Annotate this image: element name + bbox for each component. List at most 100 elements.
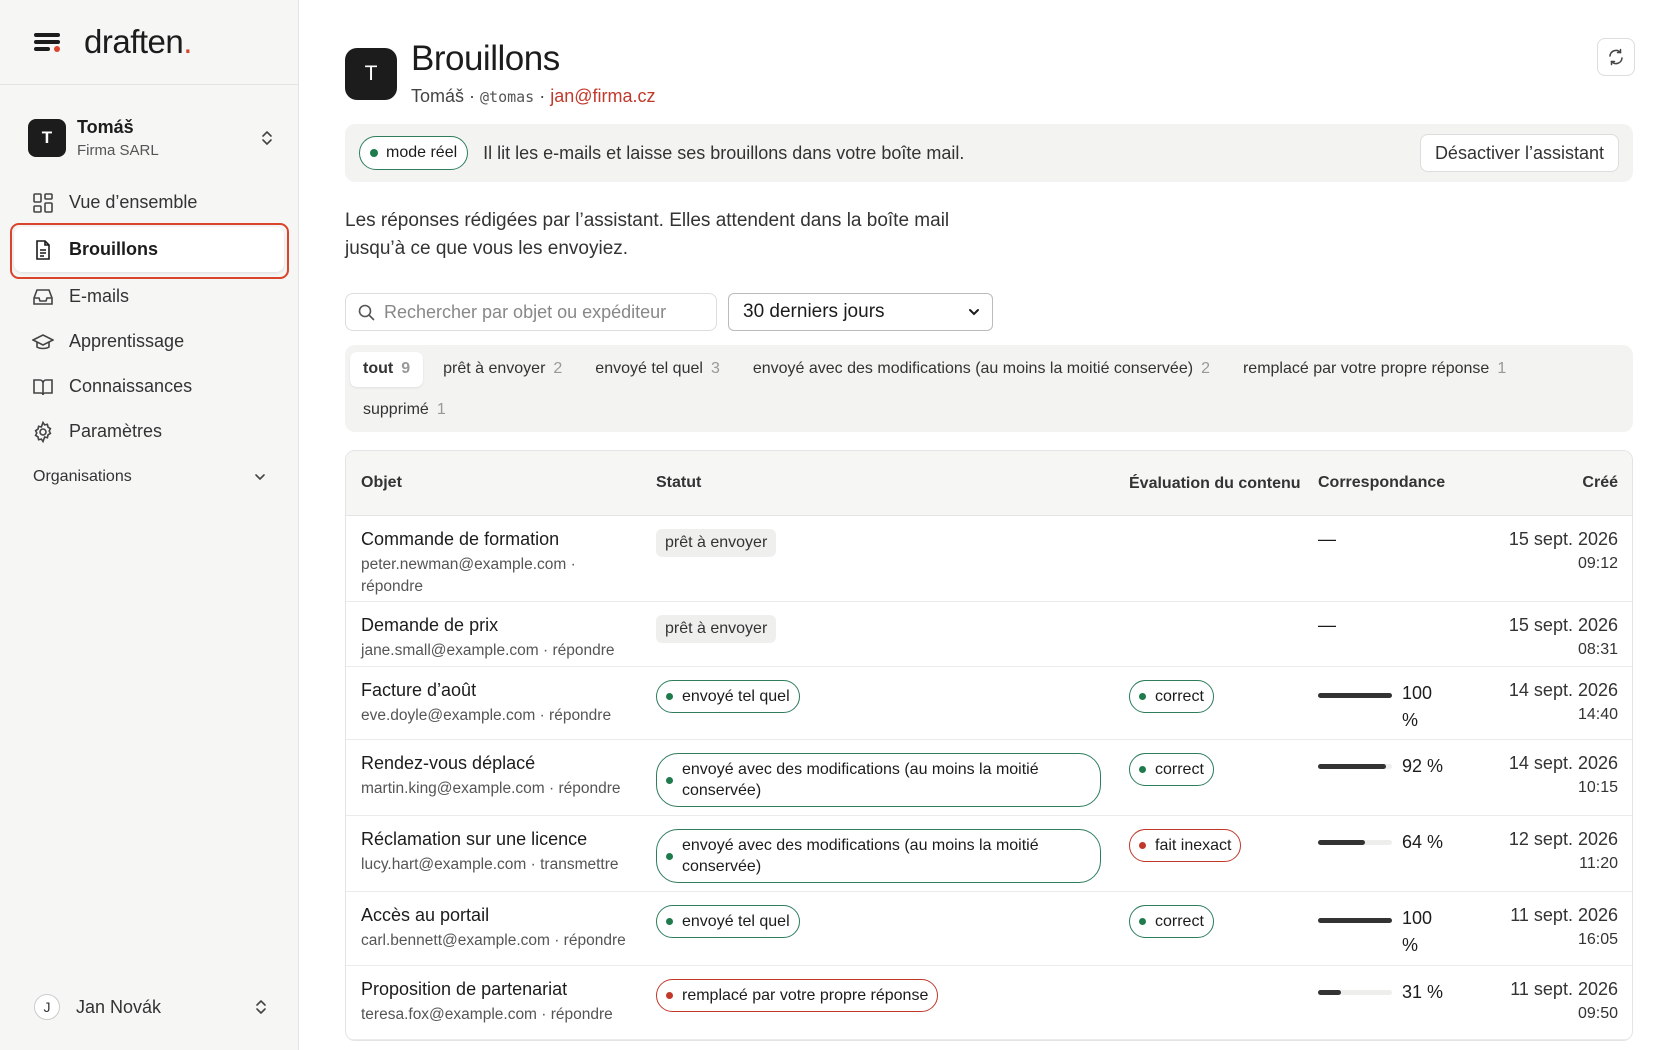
filter-chip-sent-as-is[interactable]: envoyé tel quel 3 [582, 352, 733, 387]
column-header-subject[interactable]: Objet [346, 474, 656, 492]
column-header-status[interactable]: Statut [656, 474, 1129, 492]
table-row[interactable]: Proposition de partenariat teresa.fox@exa… [346, 966, 1632, 1040]
evaluation-badge: correct [1129, 905, 1214, 938]
match-value: 92 % [1402, 756, 1444, 776]
match-value: 100 % [1402, 683, 1433, 730]
filter-chip-sent-modified[interactable]: envoyé avec des modifications (au moins … [740, 352, 1223, 387]
row-date: 14 sept. 2026 [1508, 680, 1618, 700]
account-org: Firma SARL [77, 142, 159, 159]
gear-icon [34, 420, 52, 443]
row-time: 08:31 [1577, 641, 1618, 658]
evaluation-badge: correct [1129, 753, 1214, 786]
match-value: 100 % [1402, 908, 1433, 955]
row-subject[interactable]: Rendez-vous déplacé [361, 753, 656, 774]
sidebar-nav: Vue d’ensemble Brouillons E-mails Appren… [14, 180, 284, 454]
evaluation-badge: correct [1129, 680, 1214, 713]
sidebar-item-overview[interactable]: Vue d’ensemble [14, 180, 284, 225]
chevron-down-icon [969, 309, 979, 316]
sidebar-item-settings[interactable]: Paramètres [14, 409, 284, 454]
row-meta: jane.small@example.com · répondre [361, 642, 615, 659]
row-meta: teresa.fox@example.com · répondre [361, 1006, 613, 1023]
row-subject[interactable]: Commande de formation [361, 529, 656, 550]
sidebar-item-label: Brouillons [69, 239, 158, 259]
organisations-label: Organisations [33, 468, 132, 485]
chevron-down-icon [255, 474, 265, 481]
match-value: — [1318, 529, 1336, 549]
match-value: 64 % [1402, 832, 1444, 852]
match-bar-fill [1318, 918, 1392, 923]
chevron-updown-icon [262, 131, 272, 145]
refresh-button[interactable] [1597, 38, 1635, 76]
inbox-icon [33, 288, 53, 305]
search-icon [358, 304, 375, 320]
sidebar-item-learning[interactable]: Apprentissage [14, 319, 284, 364]
table-row[interactable]: Accès au portail carl.bennett@example.com… [346, 892, 1632, 966]
filter-chip-deleted[interactable]: supprimé 1 [350, 393, 459, 428]
filter-chip-replaced[interactable]: remplacé par votre propre réponse 1 [1230, 352, 1519, 387]
chevron-updown-icon [256, 1000, 266, 1014]
period-select[interactable]: 30 derniers jours [728, 293, 993, 331]
match-value: — [1318, 615, 1336, 635]
profile-email[interactable]: jan@firma.cz [550, 86, 655, 106]
search-input[interactable] [384, 301, 704, 323]
profile-handle: @tomas [480, 88, 535, 106]
page-title: Brouillons [411, 39, 560, 78]
filter-chip-all[interactable]: tout 9 [350, 351, 424, 387]
row-subject[interactable]: Proposition de partenariat [361, 979, 656, 1000]
row-date: 12 sept. 2026 [1508, 829, 1618, 849]
document-icon [36, 239, 50, 260]
status-badge: remplacé par votre propre réponse [656, 979, 939, 1012]
organisations-toggle[interactable]: Organisations [33, 468, 267, 486]
deactivate-assistant-button[interactable]: Désactiver l’assistant [1419, 134, 1619, 172]
menu-icon[interactable] [34, 32, 60, 52]
table-row[interactable]: Rendez-vous déplacé martin.king@example.c… [346, 740, 1632, 816]
status-badge: prêt à envoyer [656, 529, 777, 557]
status-badge: envoyé tel quel [656, 905, 800, 938]
match-bar [1318, 990, 1392, 995]
match-bar-fill [1318, 840, 1366, 845]
user-name: Jan Novák [76, 996, 162, 1017]
account-switcher[interactable]: T Tomáš Firma SARL [28, 116, 274, 160]
row-time: 16:05 [1577, 931, 1618, 948]
account-name: Tomáš [77, 117, 134, 137]
match-bar-fill [1318, 990, 1341, 995]
row-date: 14 sept. 2026 [1508, 753, 1618, 773]
column-header-match[interactable]: Correspondance [1318, 474, 1468, 492]
user-menu[interactable]: J Jan Novák [34, 994, 268, 1020]
sidebar-item-label: Apprentissage [69, 331, 185, 351]
status-badge: envoyé tel quel [656, 680, 800, 713]
status-filter-bar: tout 9 prêt à envoyer 2 envoyé tel quel 3 e… [345, 345, 1633, 432]
search-field[interactable] [345, 293, 717, 331]
status-badge: prêt à envoyer [656, 615, 777, 643]
match-bar [1318, 840, 1392, 845]
column-header-created[interactable]: Créé [1468, 474, 1632, 492]
assistant-banner: mode réel Il lit les e-mails et laisse s… [345, 124, 1633, 182]
profile-name: Tomáš [411, 86, 465, 106]
sidebar: draften. T Tomáš Firma SARL Vue d’ensemb… [0, 0, 299, 1050]
filter-chip-ready[interactable]: prêt à envoyer 2 [430, 352, 575, 387]
page-header: T Brouillons Tomáš · @tomas · jan@firma.… [345, 38, 656, 107]
grid-icon [33, 192, 53, 213]
row-subject[interactable]: Accès au portail [361, 905, 656, 926]
sidebar-item-emails[interactable]: E-mails [14, 274, 284, 319]
table-row[interactable]: Réclamation sur une licence lucy.hart@exa… [346, 816, 1632, 892]
row-subject[interactable]: Réclamation sur une licence [361, 829, 656, 850]
row-subject[interactable]: Demande de prix [361, 615, 656, 636]
brand-bar: draften. [0, 0, 298, 85]
row-meta: carl.bennett@example.com · répondre [361, 932, 626, 949]
profile-avatar: T [345, 48, 397, 100]
row-subject[interactable]: Facture d’août [361, 680, 656, 701]
table-row[interactable]: Facture d’août eve.doyle@example.com · ré… [346, 667, 1632, 740]
account-avatar: T [28, 119, 66, 157]
table-row[interactable]: Commande de formation peter.newman@exampl… [346, 516, 1632, 602]
match-bar-fill [1318, 764, 1387, 769]
sidebar-item-knowledge[interactable]: Connaissances [14, 364, 284, 409]
sidebar-item-drafts[interactable]: Brouillons [14, 227, 284, 272]
table-header: Objet Statut Évaluation du contenu Corre… [346, 451, 1632, 516]
column-header-evaluation[interactable]: Évaluation du contenu [1129, 473, 1318, 494]
status-badge: envoyé avec des modifications (au moins … [656, 753, 1101, 807]
match-bar [1318, 918, 1392, 923]
sidebar-item-label: E-mails [69, 286, 130, 306]
table-row[interactable]: Demande de prix jane.small@example.com · … [346, 602, 1632, 667]
logo[interactable]: draften. [84, 23, 192, 61]
